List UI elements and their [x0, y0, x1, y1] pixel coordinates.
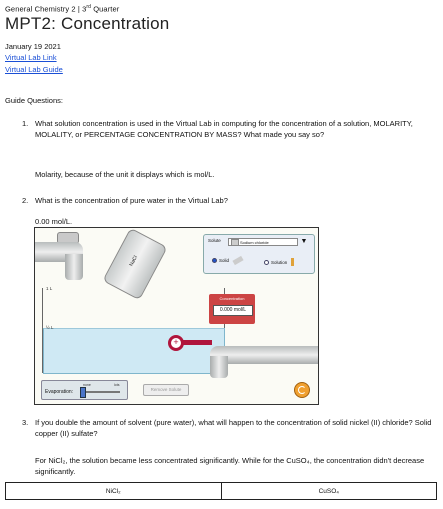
chevron-down-icon[interactable]: ▼ [299, 237, 309, 247]
q1-number: 1. [22, 119, 29, 128]
meter-value: 0.000 mol/L [213, 305, 253, 316]
q1-answer: Molarity, because of the unit it display… [35, 170, 215, 179]
table-header-cuso4: CuSO₄ [220, 482, 437, 500]
table-header-nicl2: NiCl₂ [5, 482, 222, 500]
data-table: NiCl₂ CuSO₄ [5, 482, 437, 500]
crosshair-icon: + [173, 337, 179, 347]
concentration-sim-image: NaCl 1 L ½ L Solute Sodium chloride ▼ So… [34, 227, 319, 405]
table-row: NiCl₂ CuSO₄ [5, 482, 437, 500]
q1-text: What solution concentration is used in t… [35, 119, 413, 139]
solution-label: Solution [271, 259, 288, 265]
reset-icon [298, 386, 306, 394]
salt-icon [231, 239, 239, 247]
faucet-spout [65, 254, 83, 280]
course-suffix: Quarter [91, 4, 120, 14]
q3-answer: For NiCl₂, the solution became less conc… [35, 456, 425, 476]
virtual-lab-link[interactable]: Virtual Lab Link [5, 53, 57, 62]
dropper-icon [291, 258, 295, 266]
page-title: MPT2: Concentration [5, 14, 170, 33]
guide-questions-label: Guide Questions: [5, 96, 63, 105]
meter-probe-icon[interactable]: + [168, 335, 184, 351]
water-in-beaker [43, 328, 225, 374]
course-prefix: General Chemistry 2 | 3 [5, 4, 87, 14]
tick-1l: 1 L [46, 286, 53, 291]
tick-half-l: ½ L [46, 325, 54, 330]
solute-label: Solute [208, 238, 221, 243]
solute-select[interactable]: Sodium chloride [228, 238, 298, 247]
q2-number: 2. [22, 196, 29, 205]
solid-radio-dot [212, 258, 217, 263]
evaporation-label: Evaporation: [45, 389, 74, 395]
reset-button[interactable] [294, 382, 310, 398]
virtual-lab-guide-link[interactable]: Virtual Lab Guide [5, 65, 63, 74]
q2-text: What is the concentration of pure water … [35, 196, 228, 205]
solid-radio[interactable]: Solid [212, 255, 244, 266]
meter-label: Concentration [219, 296, 245, 301]
solute-panel: Solute Sodium chloride ▼ Solid Solution [203, 234, 315, 274]
solute-value: Sodium chloride [240, 240, 269, 245]
solution-radio-dot [264, 259, 269, 265]
solution-radio[interactable]: Solution [264, 258, 295, 266]
q2-answer: 0.00 mol/L. [35, 217, 73, 226]
q3-text: If you double the amount of solvent (pur… [35, 418, 432, 438]
remove-solute-button[interactable]: Remove Solute [143, 384, 189, 396]
drain-spout [210, 356, 228, 378]
salt-shaker-icon[interactable]: NaCl [102, 228, 168, 301]
course-header: General Chemistry 2 | 3rd Quarter [5, 4, 119, 14]
evaporation-track [82, 391, 120, 393]
solid-icon [232, 255, 244, 266]
solid-label: Solid [219, 258, 230, 263]
evaporation-control: Evaporation: none lots [41, 380, 128, 400]
q3-number: 3. [22, 418, 29, 427]
evaporation-slider[interactable] [80, 387, 86, 398]
concentration-meter[interactable]: Concentration 0.000 mol/L [209, 294, 255, 324]
evap-lots-label: lots [114, 383, 120, 387]
date: January 19 2021 [5, 42, 61, 51]
shaker-label: NaCl [128, 254, 140, 268]
meter-probe-cable [182, 340, 212, 345]
